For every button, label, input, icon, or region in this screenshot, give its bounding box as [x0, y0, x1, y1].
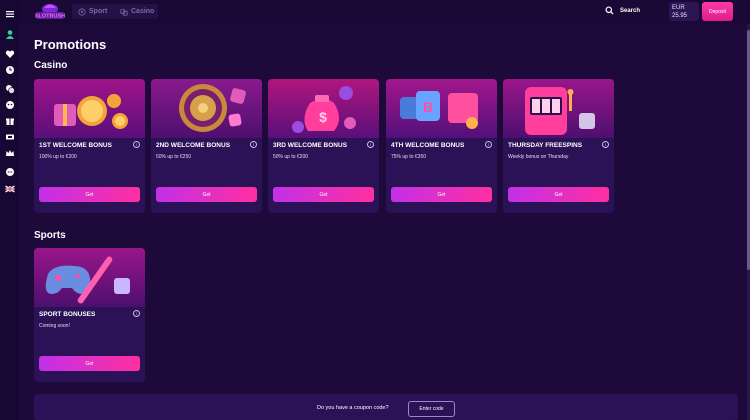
- info-icon[interactable]: i: [485, 141, 492, 148]
- search-button[interactable]: Search: [605, 6, 640, 15]
- enter-code-button[interactable]: Enter code: [408, 401, 455, 417]
- deposit-button[interactable]: Deposit: [702, 2, 733, 21]
- card-title: THURSDAY FREESPINS: [508, 142, 583, 149]
- svg-text:SLOTRUSH: SLOTRUSH: [35, 14, 65, 20]
- balance-currency: EUR: [672, 5, 685, 11]
- promo-card[interactable]: 2ND WELCOME BONUS i 50% up to €250 Get: [151, 79, 262, 213]
- card-subtitle: 50% up to €250: [156, 154, 192, 160]
- info-icon[interactable]: i: [133, 310, 140, 317]
- chat-icon[interactable]: [4, 166, 15, 177]
- get-button[interactable]: Get: [39, 356, 140, 371]
- uk-flag-icon[interactable]: [4, 183, 15, 194]
- card-title: SPORT BONUSES: [39, 311, 96, 318]
- balance-display[interactable]: EUR 25.95: [669, 2, 699, 21]
- promo-card[interactable]: THURSDAY FREESPINS i Weekly bonus on Thu…: [503, 79, 614, 213]
- get-button[interactable]: Get: [508, 187, 609, 202]
- tab-casino-label: Casino: [131, 8, 155, 15]
- info-icon[interactable]: i: [602, 141, 609, 148]
- card-subtitle: 100% up to €200: [39, 154, 77, 160]
- coupon-bar: Do you have a coupon code? Enter code: [34, 394, 738, 420]
- crown-icon[interactable]: [4, 147, 15, 158]
- gamepad-bat-art: [34, 248, 145, 307]
- promo-card[interactable]: SPORT BONUSES i Coming soon! Get: [34, 248, 145, 382]
- get-button[interactable]: Get: [273, 187, 374, 202]
- card-subtitle: Coming soon!: [39, 323, 70, 329]
- card-subtitle: Weekly bonus on Thursday: [508, 154, 569, 160]
- bitcoin-wallet-art: B: [386, 79, 497, 138]
- promo-card[interactable]: B 4TH WELCOME BONUS i 75% up to €350 Get: [386, 79, 497, 213]
- search-icon: [605, 6, 614, 15]
- balance-amount: 25.95: [672, 13, 688, 19]
- logo[interactable]: SLOTRUSH: [33, 2, 67, 22]
- ticket-icon[interactable]: [4, 131, 15, 142]
- chips-icon[interactable]: [4, 83, 15, 94]
- svg-text:$: $: [319, 109, 327, 125]
- card-title: 3RD WELCOME BONUS: [273, 142, 348, 149]
- soccer-ball-icon: [78, 7, 86, 16]
- search-label: Search: [620, 7, 641, 14]
- get-button[interactable]: Get: [156, 187, 257, 202]
- tab-casino[interactable]: Casino: [114, 4, 158, 19]
- card-subtitle: 50% up to €200: [273, 154, 309, 160]
- coin-gift-art: [34, 79, 145, 138]
- casino-heading: Casino: [34, 60, 68, 71]
- slot-machine-art: [503, 79, 614, 138]
- svg-text:B: B: [423, 99, 433, 115]
- dice-icon: [120, 8, 128, 16]
- card-title: 2ND WELCOME BONUS: [156, 142, 231, 149]
- gift-icon[interactable]: [4, 115, 15, 126]
- sports-heading: Sports: [34, 230, 66, 241]
- clock-icon[interactable]: [4, 64, 15, 75]
- tab-sport-label: Sport: [89, 8, 108, 15]
- sidebar: [0, 0, 19, 420]
- robot-icon[interactable]: [4, 99, 15, 110]
- roulette-art: [151, 79, 262, 138]
- heart-icon[interactable]: [4, 48, 15, 59]
- avatar-icon[interactable]: [4, 28, 15, 39]
- card-title: 4TH WELCOME BONUS: [391, 142, 465, 149]
- get-button[interactable]: Get: [391, 187, 492, 202]
- info-icon[interactable]: i: [133, 141, 140, 148]
- card-subtitle: 75% up to €350: [391, 154, 427, 160]
- page-title: Promotions: [34, 37, 107, 52]
- info-icon[interactable]: i: [250, 141, 257, 148]
- info-icon[interactable]: i: [367, 141, 374, 148]
- money-bag-art: $: [268, 79, 379, 138]
- card-title: 1ST WELCOME BONUS: [39, 142, 112, 149]
- menu-icon[interactable]: [4, 8, 15, 19]
- top-bar: SLOTRUSH Sport Casino: [19, 0, 750, 24]
- promo-card[interactable]: 1ST WELCOME BONUS i 100% up to €200 Get: [34, 79, 145, 213]
- promo-card[interactable]: $ 3RD WELCOME BONUS i 50% up to €200 Get: [268, 79, 379, 213]
- get-button[interactable]: Get: [39, 187, 140, 202]
- coupon-question: Do you have a coupon code?: [317, 405, 389, 411]
